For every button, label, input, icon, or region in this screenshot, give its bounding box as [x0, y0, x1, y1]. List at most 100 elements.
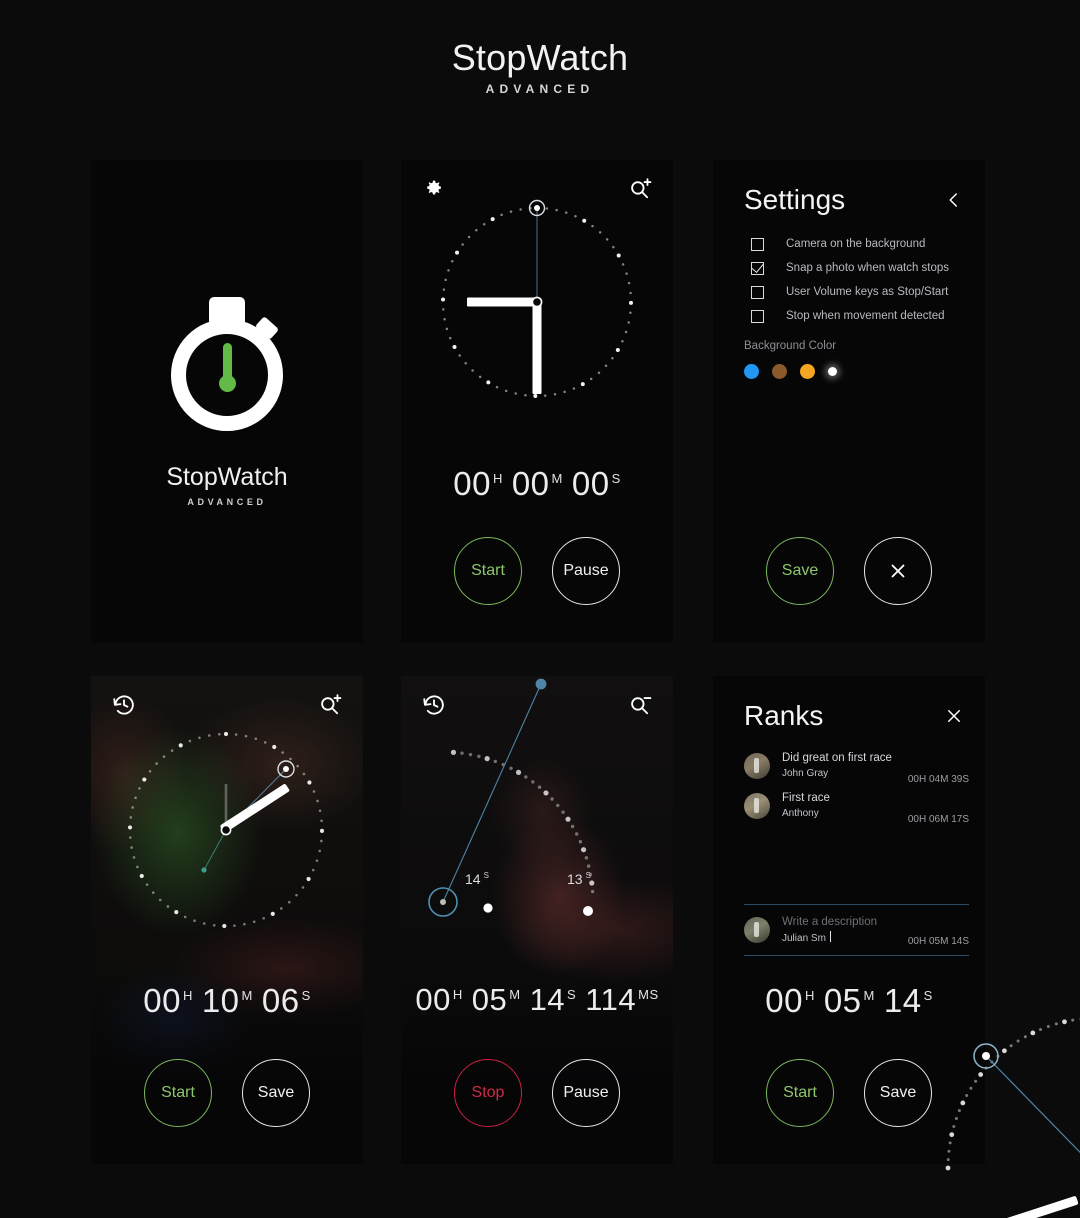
start-button[interactable]: Start — [454, 537, 522, 605]
stopwatch-needle — [219, 342, 236, 392]
timer-millis: 114 — [585, 982, 637, 1017]
splash-title: StopWatch — [166, 462, 288, 491]
lap-marker: 14 S — [465, 871, 489, 887]
settings-buttons: Save — [713, 537, 985, 605]
camera-topbar — [91, 676, 363, 730]
timer-dial — [433, 198, 641, 406]
timer-seconds: 06 — [261, 982, 300, 1019]
timer-hours-unit: H — [492, 471, 503, 486]
avatar — [744, 793, 770, 819]
rank-name-input[interactable]: Julian Sm — [782, 930, 900, 946]
stopwatch-icon — [165, 296, 289, 431]
settings-title: Settings — [744, 184, 846, 215]
timer-minutes: 05 — [471, 982, 508, 1017]
rank-name: Anthony — [782, 808, 819, 819]
timer-seconds: 00 — [571, 465, 610, 502]
timer-hours-unit: H — [182, 988, 193, 1003]
text-caret — [829, 930, 831, 942]
avatar — [744, 753, 770, 779]
screen-running: 14 S 13 S 00 H 05 M 14 S 114 MS Stop Pause — [401, 676, 673, 1164]
ranks-title: Ranks — [744, 700, 824, 731]
camera-buttons: Start Save — [91, 1059, 363, 1127]
timer-hours-unit: H — [804, 988, 815, 1003]
rank-title: Did great on first race — [782, 752, 892, 765]
rank-name: John Gray — [782, 768, 829, 779]
timer-millis-unit: MS — [638, 986, 659, 1002]
settings-options: Camera on the background Snap a photo wh… — [751, 232, 965, 328]
pause-button[interactable]: Pause — [552, 537, 620, 605]
setting-option-row[interactable]: Stop when movement detected — [751, 304, 965, 328]
setting-option-row[interactable]: User Volume keys as Stop/Start — [751, 280, 965, 304]
swatch-orange[interactable] — [800, 364, 815, 379]
lap-value: 13 — [567, 871, 583, 887]
timer-hours-unit: H — [452, 986, 463, 1002]
close-icon[interactable] — [945, 707, 963, 725]
swatch-brown[interactable] — [772, 364, 787, 379]
screen-timer: 00 H 00 M 00 S Start Pause — [401, 160, 673, 643]
rank-text: First race Anthony — [782, 791, 900, 820]
timer-minutes: 00 — [511, 465, 550, 502]
swatch-blue[interactable] — [744, 364, 759, 379]
zoom-in-icon[interactable] — [317, 692, 343, 718]
timer-minutes-unit: M — [551, 471, 563, 486]
timer-minutes-unit: M — [241, 988, 253, 1003]
timer-seconds-unit: S — [301, 988, 311, 1003]
timer-minutes-unit: M — [509, 986, 521, 1002]
timer-seconds: 14 — [529, 982, 566, 1017]
rank-title: First race — [782, 792, 830, 805]
splash-subtitle: ADVANCED — [187, 496, 267, 507]
rank-time: 00H 04M 39S — [907, 774, 969, 785]
splash-content: StopWatch ADVANCED — [91, 160, 363, 643]
running-timer-readout: 00 H 05 M 14 S 114 MS — [401, 982, 673, 1018]
rank-name-value: Julian Sm — [782, 932, 826, 944]
checkbox-stop-on-movement[interactable] — [751, 309, 764, 323]
rank-time: 00H 06M 17S — [907, 814, 969, 825]
timer-seconds-unit: S — [611, 471, 621, 486]
checkbox-camera-on-background[interactable] — [751, 237, 764, 251]
swatch-white[interactable] — [828, 367, 837, 376]
save-button[interactable]: Save — [242, 1059, 310, 1127]
rank-row[interactable]: First race Anthony 00H 06M 17S — [744, 786, 969, 826]
setting-option-row[interactable]: Snap a photo when watch stops — [751, 256, 965, 280]
lap-unit: S — [483, 871, 489, 881]
setting-label: Camera on the background — [786, 238, 926, 250]
description-input[interactable]: Write a description — [782, 915, 900, 931]
rank-row[interactable]: Did great on first race John Gray 00H 04… — [744, 746, 969, 786]
chevron-left-icon[interactable] — [945, 191, 963, 209]
start-button[interactable]: Start — [144, 1059, 212, 1127]
screen-settings: Settings Camera on the background Snap a… — [713, 160, 985, 643]
setting-label: Stop when movement detected — [786, 310, 945, 322]
timer-seconds: 14 — [883, 982, 922, 1019]
ranks-list: Did great on first race John Gray 00H 04… — [744, 746, 969, 826]
timer-buttons: Start Pause — [401, 537, 673, 605]
avatar — [744, 917, 770, 943]
save-button[interactable]: Save — [766, 537, 834, 605]
background-color-label: Background Color — [744, 340, 837, 352]
stop-button[interactable]: Stop — [454, 1059, 522, 1127]
settings-header: Settings — [744, 184, 963, 216]
history-icon[interactable] — [111, 692, 137, 718]
new-rank-entry[interactable]: Write a description Julian Sm 00H 05M 14… — [744, 904, 969, 956]
timer-readout: 00 H 00 M 00 S — [401, 465, 673, 503]
checkbox-snap-photo[interactable] — [751, 261, 764, 275]
close-button[interactable] — [864, 537, 932, 605]
rank-time: 00H 05M 14S — [907, 936, 969, 947]
setting-option-row[interactable]: Camera on the background — [751, 232, 965, 256]
camera-dial — [120, 724, 332, 936]
rank-row[interactable]: Write a description Julian Sm 00H 05M 14… — [744, 912, 969, 948]
lap-marker: 13 S — [567, 871, 591, 887]
rank-text: Write a description Julian Sm — [782, 915, 900, 945]
start-button[interactable]: Start — [766, 1059, 834, 1127]
timer-minutes-unit: M — [863, 988, 875, 1003]
setting-label: User Volume keys as Stop/Start — [786, 286, 949, 298]
timer-hours: 00 — [143, 982, 181, 1019]
screen-splash: StopWatch ADVANCED — [91, 160, 363, 643]
close-icon — [891, 564, 905, 578]
setting-label: Snap a photo when watch stops — [786, 262, 950, 274]
ranks-timer-readout: 00 H 05 M 14 S — [713, 982, 985, 1020]
background-color-swatches — [744, 364, 837, 379]
checkbox-volume-keys[interactable] — [751, 285, 764, 299]
pause-button[interactable]: Pause — [552, 1059, 620, 1127]
timer-minutes: 05 — [823, 982, 862, 1019]
timer-hours: 00 — [415, 982, 451, 1017]
